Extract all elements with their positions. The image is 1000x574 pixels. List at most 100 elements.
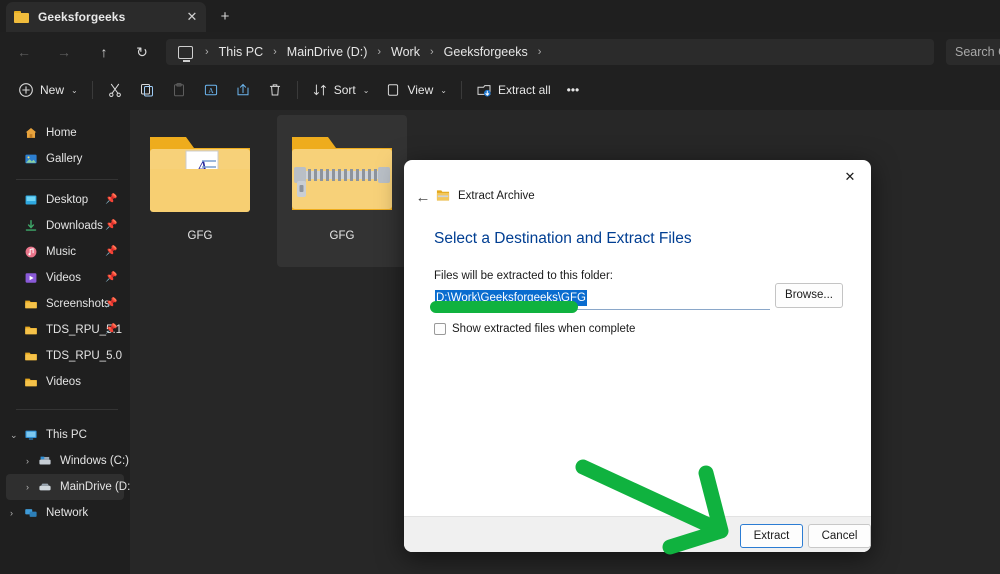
tab-geeksforgeeks[interactable]: Geeksforgeeks ✕ [6, 2, 206, 32]
pin-icon[interactable]: 📌 [105, 324, 117, 335]
chevron-down-icon: ⌄ [440, 85, 447, 95]
file-item-folder[interactable]: A GFG [135, 115, 265, 267]
folder-with-document-icon: A [150, 137, 250, 212]
destination-label: Files will be extracted to this folder: [434, 270, 613, 282]
dialog-footer: Extract Cancel [404, 516, 871, 552]
pin-icon[interactable]: 📌 [105, 298, 117, 309]
extract-archive-dialog: ✕ ← Extract Archive Select a Destination… [404, 160, 871, 552]
refresh-icon[interactable]: ↻ [130, 40, 154, 64]
folder-icon [25, 378, 37, 387]
folder-icon [25, 300, 37, 309]
sidebar-item-tds-rpu-51[interactable]: TDS_RPU_5.1 📌 [6, 317, 124, 343]
pin-icon[interactable]: 📌 [105, 246, 117, 257]
address-bar-row: ← → ↑ ↻ › This PC › MainDrive (D:) › Wor… [0, 32, 1000, 70]
sidebar-item-windows-c[interactable]: › Windows (C:) [6, 448, 129, 474]
scissors-icon [108, 83, 121, 98]
new-tab-icon[interactable]: + [214, 6, 236, 28]
dialog-breadcrumb: Extract Archive [436, 189, 535, 202]
trash-icon [269, 84, 280, 96]
breadcrumb-separator: › [273, 46, 277, 58]
sidebar-label: MainDrive (D:) [60, 481, 130, 493]
title-bar: Geeksforgeeks ✕ + [0, 0, 1000, 32]
pin-icon[interactable]: 📌 [105, 194, 117, 205]
forward-icon[interactable]: → [52, 40, 76, 64]
chevron-down-icon[interactable]: ⌄ [10, 430, 18, 440]
view-label: View [407, 83, 434, 97]
sidebar-label: Music [46, 246, 77, 258]
chevron-right-icon[interactable]: › [26, 482, 29, 492]
chevron-right-icon[interactable]: › [26, 456, 29, 466]
extract-all-button[interactable]: Extract all [468, 76, 559, 104]
desktop-icon [25, 195, 37, 205]
zip-folder-icon [292, 137, 392, 210]
sidebar-item-videos[interactable]: Videos 📌 [6, 265, 124, 291]
delete-button[interactable] [259, 76, 291, 104]
navigation-sidebar[interactable]: Home Gallery Desktop 📌 Downloads 📌 Music… [0, 110, 130, 574]
sidebar-label: Videos [46, 272, 81, 284]
sidebar-item-music[interactable]: Music 📌 [6, 239, 124, 265]
view-icon [388, 84, 399, 96]
sidebar-item-tds-rpu-50[interactable]: TDS_RPU_5.0 [6, 343, 124, 369]
file-item-zip-folder[interactable]: GFG [277, 115, 407, 267]
copy-button[interactable] [131, 76, 163, 104]
view-button[interactable]: View ⌄ [377, 76, 455, 104]
sidebar-item-this-pc[interactable]: ⌄ This PC [6, 422, 124, 448]
sidebar-label: TDS_RPU_5.0 [46, 350, 123, 362]
share-icon [237, 83, 249, 96]
back-icon[interactable]: ← [412, 187, 434, 209]
sidebar-item-desktop[interactable]: Desktop 📌 [6, 187, 124, 213]
dialog-heading: Select a Destination and Extract Files [434, 230, 692, 247]
search-input[interactable]: Search G [946, 39, 1000, 65]
drive-icon [39, 483, 51, 491]
cut-button[interactable] [99, 76, 131, 104]
command-toolbar: New ⌄ A Sort ⌄ View ⌄ Extract all ••• [0, 70, 1000, 110]
sidebar-item-screenshots[interactable]: Screenshots 📌 [6, 291, 124, 317]
breadcrumb-item-1[interactable]: MainDrive (D:) [285, 45, 370, 59]
breadcrumb[interactable]: › This PC › MainDrive (D:) › Work › Geek… [166, 39, 934, 65]
sidebar-item-gallery[interactable]: Gallery [6, 146, 124, 172]
browse-button[interactable]: Browse... [775, 283, 843, 308]
more-options-button[interactable]: ••• [559, 76, 588, 104]
sidebar-label: Windows (C:) [60, 455, 130, 467]
chevron-right-icon[interactable]: › [10, 508, 13, 518]
pin-icon[interactable]: 📌 [105, 220, 117, 231]
sidebar-label: This PC [46, 429, 87, 441]
folder-icon [14, 11, 29, 23]
drive-windows-icon [39, 456, 51, 465]
breadcrumb-item-2[interactable]: Work [389, 45, 422, 59]
show-extracted-files-checkbox[interactable] [434, 323, 446, 335]
show-extracted-files-row[interactable]: Show extracted files when complete [434, 323, 635, 335]
breadcrumb-separator: › [377, 46, 382, 58]
home-icon [25, 128, 37, 138]
pin-icon[interactable]: 📌 [105, 272, 117, 283]
destination-path-input[interactable]: D:\Work\Geeksforgeeks\GFG [434, 288, 770, 310]
rename-button[interactable]: A [195, 76, 227, 104]
sidebar-item-home[interactable]: Home [6, 120, 124, 146]
dialog-crumb-label: Extract Archive [458, 189, 535, 202]
cancel-button[interactable]: Cancel [808, 524, 871, 548]
paste-icon [173, 83, 184, 97]
sidebar-item-network[interactable]: › Network [6, 500, 124, 526]
close-icon[interactable]: ✕ [835, 164, 865, 190]
sidebar-item-maindrive-d[interactable]: › MainDrive (D:) [6, 474, 130, 500]
new-button[interactable]: New ⌄ [10, 76, 86, 104]
zip-folder-icon [436, 190, 450, 201]
extract-icon [477, 85, 491, 97]
paste-button[interactable] [163, 76, 195, 104]
breadcrumb-item-3[interactable]: Geeksforgeeks [442, 45, 530, 59]
sort-button[interactable]: Sort ⌄ [304, 76, 378, 104]
sidebar-item-videos-folder[interactable]: Videos [6, 369, 124, 395]
sidebar-item-downloads[interactable]: Downloads 📌 [6, 213, 124, 239]
file-name: GFG [329, 230, 355, 242]
share-button[interactable] [227, 76, 259, 104]
new-label: New [40, 83, 65, 97]
folder-icon [25, 326, 37, 335]
toolbar-divider [296, 81, 298, 99]
breadcrumb-item-0[interactable]: This PC [217, 45, 265, 59]
copy-icon [140, 84, 153, 97]
back-icon[interactable]: ← [12, 40, 36, 64]
sort-icon [313, 84, 326, 96]
extract-button[interactable]: Extract [740, 524, 803, 548]
up-icon[interactable]: ↑ [92, 40, 116, 64]
close-icon[interactable]: ✕ [184, 9, 200, 25]
